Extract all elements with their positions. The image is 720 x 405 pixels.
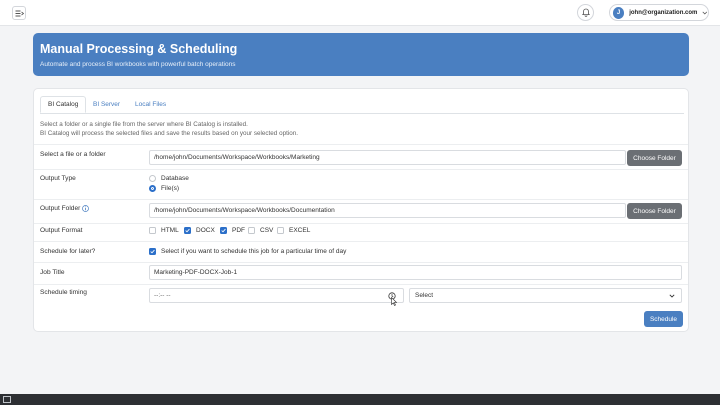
menu-toggle-button[interactable] [12, 6, 26, 20]
checkbox-label: HTML [161, 227, 179, 234]
tab-divider [40, 112, 684, 114]
divider [34, 241, 688, 242]
checkbox[interactable] [277, 227, 284, 234]
checkbox-label: Select if you want to schedule this job … [161, 248, 347, 255]
page-subtitle: Automate and process BI workbooks with p… [40, 61, 236, 68]
time-placeholder: --:-- -- [154, 292, 171, 299]
output-folder-label-text: Output Folder [40, 205, 81, 212]
description-line-2: BI Catalog will process the selected fil… [40, 130, 298, 137]
select-value: Select [415, 292, 434, 299]
job-title-label: Job Title [40, 269, 65, 276]
output-folder-input[interactable]: /home/john/Documents/Workspace/Workbooks… [149, 203, 626, 218]
schedule-button[interactable]: Schedule [644, 311, 683, 327]
terminal-icon[interactable] [3, 396, 11, 403]
choose-output-folder-button[interactable]: Choose Folder [627, 203, 682, 219]
output-format-label: Output Format [40, 227, 83, 234]
tab-bi-catalog[interactable]: BI Catalog [40, 96, 87, 113]
tab-local-files[interactable]: Local Files [128, 96, 173, 113]
divider [34, 199, 688, 200]
radio-label: Database [161, 175, 189, 182]
user-email: john@organization.com [629, 9, 698, 16]
choose-source-folder-button[interactable]: Choose Folder [627, 150, 682, 166]
notifications-button[interactable] [577, 4, 594, 21]
check-icon [221, 228, 226, 233]
mouse-cursor-icon [391, 297, 397, 306]
checkbox-label: PDF [232, 227, 245, 234]
time-input[interactable]: --:-- -- [149, 288, 404, 303]
checkbox[interactable] [149, 227, 156, 234]
tab-bi-server[interactable]: BI Server [86, 96, 127, 113]
format-csv[interactable]: CSV [248, 227, 273, 234]
top-bar: J john@organization.com [0, 0, 720, 26]
schedule-later-label: Schedule for later? [40, 248, 96, 255]
radio-database[interactable]: Database [149, 175, 189, 182]
format-pdf[interactable]: PDF [220, 227, 245, 234]
checkbox[interactable] [149, 248, 156, 255]
divider [34, 223, 688, 224]
checkbox-label: DOCX [196, 227, 215, 234]
processing-card: BI Catalog BI Server Local Files Select … [33, 88, 689, 332]
output-type-label: Output Type [40, 175, 76, 182]
page-title: Manual Processing & Scheduling [40, 42, 238, 56]
avatar: J [613, 6, 625, 19]
chevron-down-icon [702, 11, 708, 14]
chevron-down-icon [669, 294, 675, 298]
radio-label: File(s) [161, 185, 180, 192]
schedule-timing-label: Schedule timing [40, 289, 87, 296]
divider [34, 144, 688, 145]
format-html[interactable]: HTML [149, 227, 179, 234]
checkbox[interactable] [220, 227, 227, 234]
checkbox-label: CSV [260, 227, 274, 234]
check-icon [150, 249, 155, 254]
source-path-input[interactable]: /home/john/Documents/Workspace/Workbooks… [149, 150, 626, 165]
schedule-later-checkbox[interactable]: Select if you want to schedule this job … [149, 248, 346, 255]
source-label: Select a file or a folder [40, 151, 106, 158]
radio-button[interactable] [149, 175, 156, 182]
divider [34, 169, 688, 170]
checkbox[interactable] [184, 227, 191, 234]
divider [34, 262, 688, 263]
page-banner: Manual Processing & Scheduling Automate … [33, 33, 689, 76]
format-docx[interactable]: DOCX [184, 227, 215, 234]
description-line-1: Select a folder or a single file from th… [40, 121, 248, 128]
divider [34, 284, 688, 285]
format-excel[interactable]: EXCEL [277, 227, 310, 234]
bell-icon [581, 8, 590, 17]
checkbox[interactable] [248, 227, 255, 234]
hamburger-icon [15, 10, 24, 16]
checkbox-label: EXCEL [289, 227, 311, 234]
check-icon [185, 228, 190, 233]
radio-files[interactable]: File(s) [149, 185, 179, 192]
time-select[interactable]: Select [409, 288, 682, 303]
info-icon[interactable] [82, 205, 90, 212]
user-menu[interactable]: J john@organization.com [609, 4, 709, 21]
job-title-input[interactable]: Marketing-PDF-DOCX-Job-1 [149, 265, 682, 280]
radio-button[interactable] [149, 185, 156, 192]
taskbar [0, 394, 720, 405]
output-folder-label: Output Folder [40, 205, 90, 212]
